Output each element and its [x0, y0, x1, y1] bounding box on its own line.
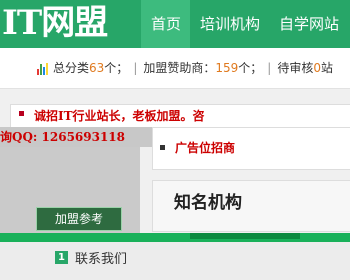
total-categories-unit: 个； [104, 61, 129, 75]
pending-unit: 站 [321, 61, 334, 75]
ad-link[interactable]: 广告位招商 [175, 138, 235, 158]
total-categories-count: 63 [89, 61, 105, 75]
total-categories-label: 总分类 [53, 61, 90, 75]
contact-us-link[interactable]: 1 联系我们 [55, 248, 127, 267]
ad-box: 广告位招商 [152, 127, 350, 170]
green-divider-patch [190, 233, 300, 239]
contact-qq-text[interactable]: 询QQ: 1265693118 [0, 128, 125, 146]
famous-orgs-box: 知名机构 [152, 180, 350, 232]
join-reference-button[interactable]: 加盟参考 [36, 207, 122, 231]
stats-separator: | [133, 61, 138, 75]
main-nav: 首页 培训机构 自学网站 [141, 0, 348, 48]
bar-chart-icon [37, 62, 50, 75]
pending-label: 待审核 [277, 61, 314, 75]
bullet-icon [160, 145, 165, 150]
sponsor-count: 159 [215, 61, 239, 75]
site-header: IT网盟 首页 培训机构 自学网站 [0, 0, 350, 48]
nav-item-self-study[interactable]: 自学网站 [269, 0, 348, 48]
contact-qq-strip: 询QQ: 1265693118 [0, 127, 160, 147]
pending-count: 0 [313, 61, 321, 75]
notice-text[interactable]: 诚招IT行业站长，老板加盟。咨 [34, 106, 205, 126]
sponsor-label: 加盟赞助商： [143, 61, 216, 75]
site-logo[interactable]: IT网盟 [2, 3, 108, 43]
famous-orgs-title: 知名机构 [174, 193, 242, 213]
sponsor-unit: 个； [238, 61, 263, 75]
stats-separator-2: | [267, 61, 272, 75]
contact-number-badge: 1 [55, 251, 68, 264]
footer [0, 242, 350, 280]
nav-item-training[interactable]: 培训机构 [190, 0, 269, 48]
contact-us-label: 联系我们 [75, 252, 128, 267]
green-divider [0, 233, 350, 242]
nav-item-home[interactable]: 首页 [141, 0, 191, 48]
stats-bar: 总分类 63 个； | 加盟赞助商： 159 个； | 待审核 0 站 [0, 48, 350, 89]
bullet-icon [19, 111, 24, 116]
notice-box: 诚招IT行业站长，老板加盟。咨 [10, 104, 350, 128]
stats-row: 总分类 63 个； | 加盟赞助商： 159 个； | 待审核 0 站 [37, 59, 333, 77]
